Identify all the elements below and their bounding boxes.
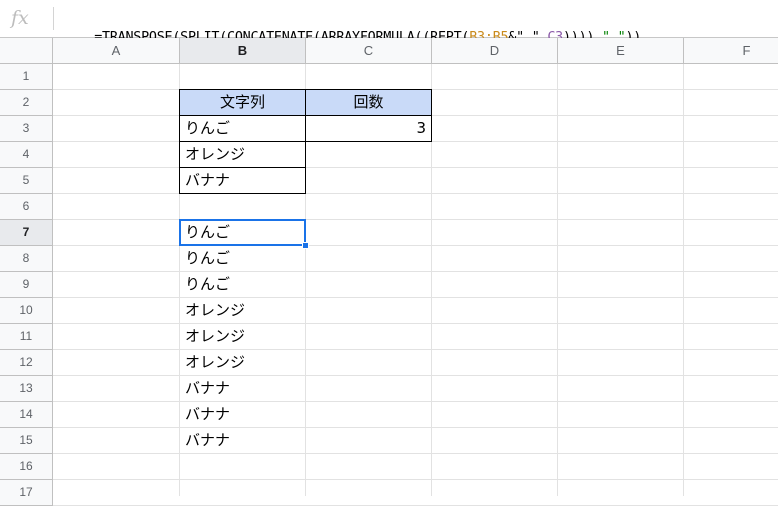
row-header-15[interactable]: 15	[0, 428, 53, 454]
formula-bar-divider	[53, 7, 54, 30]
cell-c3[interactable]: 3	[305, 115, 432, 142]
gridline-horizontal	[53, 479, 778, 480]
column-header-b[interactable]: B	[180, 38, 306, 64]
column-header-d[interactable]: D	[432, 38, 558, 64]
cell-b3[interactable]: りんご	[179, 115, 306, 142]
gridline-horizontal	[53, 297, 778, 298]
gridline-horizontal	[53, 323, 778, 324]
gridline-horizontal	[53, 375, 778, 376]
gridline-horizontal	[53, 427, 778, 428]
row-header-3[interactable]: 3	[0, 116, 53, 142]
cell-b12[interactable]: オレンジ	[180, 350, 306, 376]
cell-b10[interactable]: オレンジ	[180, 298, 306, 324]
gridline-horizontal	[53, 271, 778, 272]
gridline-horizontal	[53, 453, 778, 454]
cell-b2[interactable]: 文字列	[179, 89, 306, 116]
gridline-vertical	[683, 64, 684, 496]
row-header-13[interactable]: 13	[0, 376, 53, 402]
row-header-8[interactable]: 8	[0, 246, 53, 272]
row-header-14[interactable]: 14	[0, 402, 53, 428]
row-header-4[interactable]: 4	[0, 142, 53, 168]
cell-b8[interactable]: りんご	[180, 246, 306, 272]
cell-b7[interactable]: りんご	[180, 220, 306, 246]
row-header-17[interactable]: 17	[0, 480, 53, 506]
row-header-6[interactable]: 6	[0, 194, 53, 220]
row-header-10[interactable]: 10	[0, 298, 53, 324]
row-header-11[interactable]: 11	[0, 324, 53, 350]
column-header-e[interactable]: E	[558, 38, 684, 64]
row-header-16[interactable]: 16	[0, 454, 53, 480]
formula-bar: fx =TRANSPOSE(SPLIT(CONCATENATE(ARRAYFOR…	[0, 0, 778, 45]
column-header-f[interactable]: F	[684, 38, 778, 64]
row-header-5[interactable]: 5	[0, 168, 53, 194]
fill-handle[interactable]	[302, 242, 309, 249]
gridline-vertical	[557, 64, 558, 496]
select-all-corner[interactable]	[0, 38, 53, 64]
row-header-1[interactable]: 1	[0, 64, 53, 90]
cell-b4[interactable]: オレンジ	[179, 141, 306, 168]
fx-icon: fx	[11, 7, 29, 29]
gridline-horizontal	[53, 349, 778, 350]
column-header-a[interactable]: A	[53, 38, 180, 64]
gridline-horizontal	[53, 193, 778, 194]
cell-b15[interactable]: バナナ	[180, 428, 306, 454]
cell-b13[interactable]: バナナ	[180, 376, 306, 402]
row-header-12[interactable]: 12	[0, 350, 53, 376]
row-header-7[interactable]: 7	[0, 220, 53, 246]
cell-b5[interactable]: バナナ	[179, 167, 306, 194]
cell-b14[interactable]: バナナ	[180, 402, 306, 428]
gridline-horizontal	[53, 401, 778, 402]
row-header-2[interactable]: 2	[0, 90, 53, 116]
spreadsheet-grid[interactable]: A B C D E F 1 2 3 4 5 6 7 8 9 10 11 12 13 14 15 16 17 文字列 回数 りんご 3…	[0, 38, 778, 506]
gridline-horizontal	[53, 219, 778, 220]
gridline-horizontal	[53, 167, 778, 168]
cell-c2[interactable]: 回数	[305, 89, 432, 116]
row-header-9[interactable]: 9	[0, 272, 53, 298]
cell-b9[interactable]: りんご	[180, 272, 306, 298]
gridline-horizontal	[53, 245, 778, 246]
column-header-c[interactable]: C	[306, 38, 432, 64]
cell-b11[interactable]: オレンジ	[180, 324, 306, 350]
